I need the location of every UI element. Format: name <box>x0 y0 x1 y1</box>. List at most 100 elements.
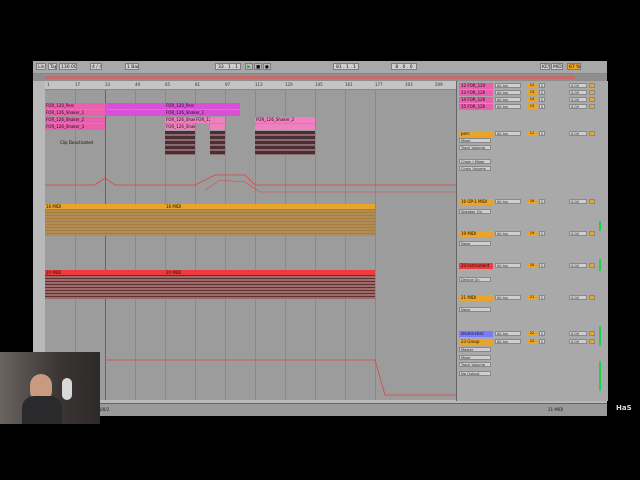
track-name[interactable]: perc <box>459 131 493 137</box>
track-volume-field[interactable]: 0.00 <box>569 97 587 102</box>
midi-map-button[interactable]: MIDI <box>551 63 563 70</box>
automation-envelope[interactable] <box>45 160 456 200</box>
key-map-button[interactable]: KEY <box>540 63 550 70</box>
solo-button[interactable]: S <box>539 295 545 300</box>
track-input-select[interactable]: All Ins <box>495 263 521 268</box>
clip-perc[interactable]: FOR_120_Perc <box>45 103 105 109</box>
routing-select[interactable]: Master <box>459 347 491 352</box>
clip-perc-3[interactable]: FOR_120_Perc <box>165 103 240 109</box>
track-row[interactable]: 15 FOR_126 All Ins 15 S 0.00 <box>457 104 608 111</box>
track-activator[interactable]: 13 <box>527 90 537 95</box>
routing-select[interactable]: None <box>459 307 491 312</box>
solo-button[interactable]: S <box>539 90 545 95</box>
track-volume-field[interactable]: 0.00 <box>569 339 587 344</box>
clip-shaker-3-3[interactable] <box>210 124 225 130</box>
track-row[interactable]: drums+bss All Ins 22 S 0.00 <box>457 331 608 338</box>
track-input-select[interactable]: All Ins <box>495 295 521 300</box>
track-name[interactable]: 16 OP-1 MIDI <box>459 199 493 205</box>
track-name[interactable]: 14 FOR_126 <box>459 97 493 103</box>
clip-shaker-3[interactable]: FOR_126_Shaker_3 <box>45 124 105 130</box>
track-activator[interactable]: 19 <box>527 231 537 236</box>
track-input-select[interactable]: All Ins <box>495 231 521 236</box>
track-activator[interactable]: 12 <box>527 83 537 88</box>
quantize-menu[interactable]: 1 Bar <box>125 63 139 70</box>
track-row[interactable]: 21 MIDI All Ins 21 S 0.00 <box>457 295 608 302</box>
track-volume-field[interactable]: 0.00 <box>569 83 587 88</box>
routing-select[interactable]: Track Volume <box>459 362 491 367</box>
routing-select[interactable]: Chain | Mixer <box>459 159 491 164</box>
track-activator[interactable]: 20 <box>527 263 537 268</box>
track-volume-field[interactable]: 0.00 <box>569 104 587 109</box>
track-row[interactable]: perc All Ins 11 S 0.00 <box>457 131 608 138</box>
track-row[interactable]: 19 MIDI All Ins 19 S 0.00 <box>457 231 608 238</box>
track-arm-button[interactable] <box>589 90 595 95</box>
track-name[interactable]: 15 FOR_126 <box>459 104 493 110</box>
track-arm-button[interactable] <box>589 104 595 109</box>
time-signature-field[interactable]: 4 / 4 <box>90 63 102 70</box>
track-volume-field[interactable]: 0.00 <box>569 199 587 204</box>
track-arm-button[interactable] <box>589 199 595 204</box>
clip-shaker-3-4[interactable] <box>255 124 315 130</box>
clip-shaker-2-4[interactable] <box>210 117 225 123</box>
track-activator[interactable]: 16 <box>527 199 537 204</box>
clip-shaker-2-5[interactable]: FOR_126_Shaker_2 <box>255 117 315 123</box>
routing-select[interactable]: None <box>459 241 491 246</box>
clip-shaker-2[interactable]: FOR_126_Shaker_2 <box>45 117 105 123</box>
track-input-select[interactable]: All Ins <box>495 331 521 336</box>
track-activator[interactable]: 15 <box>527 104 537 109</box>
track-name[interactable]: 21 MIDI <box>459 295 493 301</box>
track-arm-button[interactable] <box>589 97 595 102</box>
track-arm-button[interactable] <box>589 339 595 344</box>
track-row[interactable]: 14 FOR_126 All Ins 14 S 0.00 <box>457 97 608 104</box>
track-row[interactable]: 16 OP-1 MIDI All Ins 16 S 0.00 <box>457 199 608 206</box>
clip-shaker-3-2[interactable]: FOR_126_Shaker_3 <box>165 124 195 130</box>
solo-button[interactable]: S <box>539 331 545 336</box>
tap-tempo-button[interactable]: Tap <box>48 63 57 70</box>
arrangement-overview[interactable] <box>33 74 607 81</box>
clip-shaker-1-3[interactable]: FOR_126_Shaker_1 <box>165 110 240 116</box>
song-position-field[interactable]: 33 . 1 . 1 <box>215 63 241 70</box>
track-activator[interactable]: 14 <box>527 97 537 102</box>
routing-select[interactable]: Track Volume <box>459 145 491 150</box>
loop-start-field[interactable]: 81 . 1 . 1 <box>333 63 359 70</box>
solo-button[interactable]: S <box>539 231 545 236</box>
track-row[interactable]: 12 FOR_120 All Ins 12 S 0.00 <box>457 83 608 90</box>
track-input-select[interactable]: All Ins <box>495 339 521 344</box>
beat-time-ruler[interactable]: 1 17 33 49 65 81 97 113 129 145 161 177 … <box>45 81 456 90</box>
routing-select[interactable]: Mixer <box>459 138 491 143</box>
clip-shaker-2-3[interactable]: FOR_12 <box>195 117 210 123</box>
track-row[interactable]: 20 Instrument All Ins 20 S 0.00 <box>457 263 608 270</box>
solo-button[interactable]: S <box>539 199 545 204</box>
solo-button[interactable]: S <box>539 131 545 136</box>
arrangement-view[interactable]: FOR_120_Perc FOR_120_Perc FOR_126_Shaker… <box>45 90 456 400</box>
track-input-select[interactable]: All Ins <box>495 97 521 102</box>
clip-perc-2[interactable] <box>105 103 165 109</box>
track-row[interactable]: 23 Group All Ins 23 S 0.00 <box>457 339 608 346</box>
stop-button[interactable]: ■ <box>254 63 262 70</box>
routing-select[interactable]: No Output <box>459 371 491 376</box>
routing-select[interactable]: Mixer <box>459 355 491 360</box>
track-row[interactable]: 13 FOR_126 All Ins 13 S 0.00 <box>457 90 608 97</box>
track-arm-button[interactable] <box>589 295 595 300</box>
clip-shaker-1[interactable]: FOR_126_Shaker_1 <box>45 110 105 116</box>
track-arm-button[interactable] <box>589 263 595 268</box>
track-volume-field[interactable]: 0.00 <box>569 263 587 268</box>
routing-select[interactable]: Speaker On <box>459 209 491 214</box>
track-name[interactable]: 13 FOR_126 <box>459 90 493 96</box>
track-input-select[interactable]: All Ins <box>495 83 521 88</box>
track-activator[interactable]: 21 <box>527 295 537 300</box>
track-volume-field[interactable]: 0.00 <box>569 295 587 300</box>
volume-automation[interactable] <box>45 350 456 400</box>
solo-button[interactable]: S <box>539 104 545 109</box>
clip-shaker-2-2[interactable]: FOR_126_Shaker_2 <box>165 117 195 123</box>
track-name[interactable]: 19 MIDI <box>459 231 493 237</box>
play-button[interactable]: ▶ <box>245 63 253 70</box>
tempo-field[interactable]: 130.00 <box>59 63 77 70</box>
track-name[interactable]: 12 FOR_120 <box>459 83 493 89</box>
clip-shaker-1-2[interactable] <box>105 110 165 116</box>
track-arm-button[interactable] <box>589 331 595 336</box>
track-arm-button[interactable] <box>589 131 595 136</box>
track-input-select[interactable]: All Ins <box>495 199 521 204</box>
track-arm-button[interactable] <box>589 83 595 88</box>
routing-select[interactable]: Device On <box>459 277 491 282</box>
